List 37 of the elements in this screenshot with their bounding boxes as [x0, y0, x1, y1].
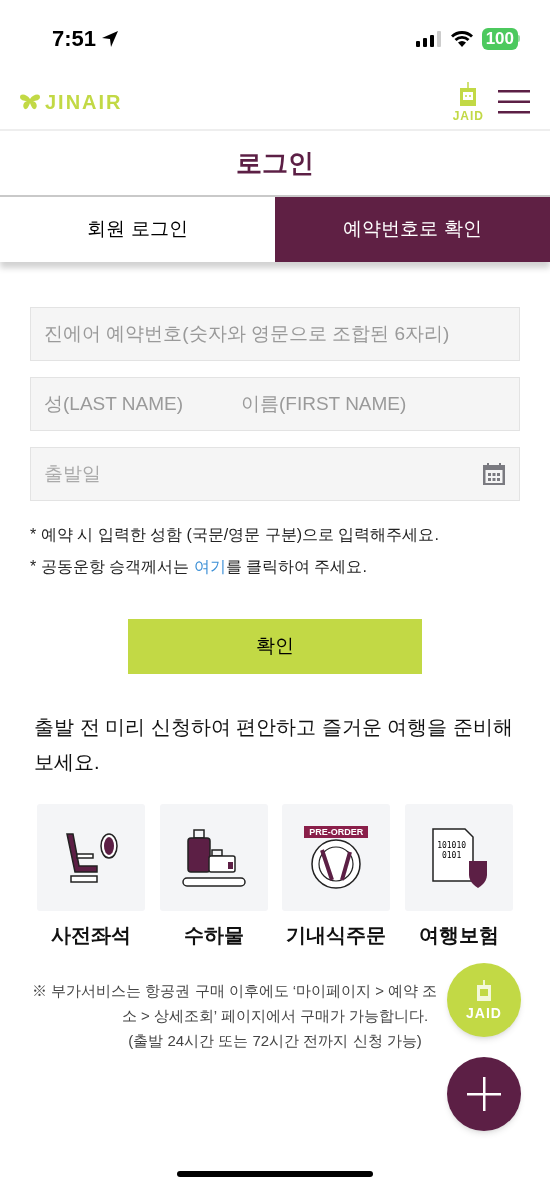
menu-icon[interactable]	[498, 90, 530, 114]
service-tile[interactable]: PRE-ORDER	[282, 804, 391, 911]
robot-icon	[474, 980, 494, 1004]
last-name-field[interactable]: 성(LAST NAME)	[31, 378, 241, 430]
butterfly-icon	[19, 94, 41, 110]
here-link[interactable]: 여기	[193, 558, 226, 575]
service-tile[interactable]	[159, 804, 268, 911]
notice-text: (출발 24시간 또는 72시간 전까지 신청 가능)	[128, 1031, 422, 1051]
login-tab[interactable]: 회원 로그인	[0, 197, 275, 262]
luggage-on-conveyor-icon	[181, 827, 246, 888]
note-text: * 공동운항 승객께서는 여기를 클릭하여 주세요.	[30, 557, 368, 577]
service-label: 여행보험	[419, 923, 500, 948]
location-arrow-icon	[100, 28, 121, 49]
service-tile[interactable]	[36, 804, 145, 911]
battery-level: 100	[481, 27, 518, 50]
notice-text: 소 > 상세조회’ 페이지에서 구매가 가능합니다.	[121, 1006, 429, 1026]
plus-icon	[467, 1077, 501, 1111]
promo-heading: 출발 전 미리 신청하여 편안하고 즐거운 여행을 준비해보세요.	[33, 715, 514, 775]
note-text: * 예약 시 입력한 성함 (국문/영문 구분)으로 입력해주세요.	[30, 525, 440, 545]
login-tab[interactable]: 예약번호로 확인	[275, 197, 550, 262]
signal-icon	[415, 30, 442, 47]
first-name-field[interactable]: 이름(FIRST NAME)	[241, 378, 519, 430]
booking-number-field[interactable]: 진에어 예약번호(숫자와 영문으로 조합된 6자리)	[30, 307, 520, 361]
service-label: 기내식주문	[286, 923, 387, 948]
add-fab[interactable]	[447, 1057, 521, 1131]
name-field[interactable]: 성(LAST NAME) 이름(FIRST NAME)	[30, 377, 520, 431]
notice-text: ※ 부가서비스는 항공권 구매 이후에도 ‘마이페이지 > 예약 조	[31, 981, 438, 1001]
date-field[interactable]: 출발일	[30, 447, 520, 501]
confirm-button[interactable]: 확인	[128, 619, 422, 674]
wifi-icon	[449, 30, 474, 47]
date-input[interactable]: 출발일	[44, 459, 482, 489]
calendar-icon[interactable]	[482, 462, 506, 486]
status-time: 7:51	[52, 25, 97, 53]
page-title: 로그인	[236, 146, 314, 180]
service-label: 수하물	[183, 923, 244, 948]
service-tile[interactable]: 101010 0101	[405, 804, 514, 911]
service-label: 사전좌석	[50, 923, 131, 948]
